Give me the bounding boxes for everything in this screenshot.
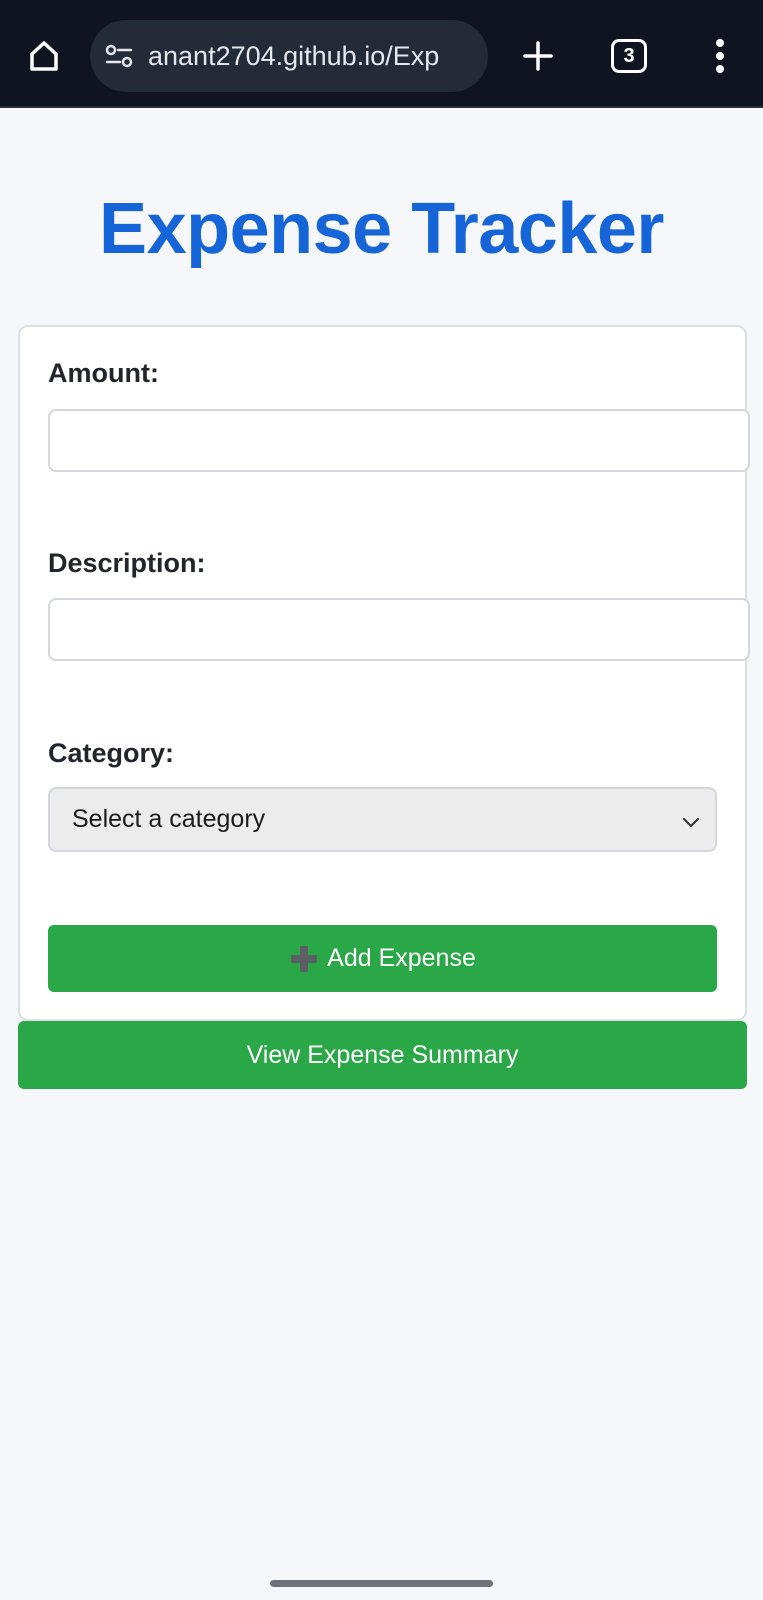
description-label: Description:	[48, 548, 206, 578]
amount-label: Amount:	[48, 358, 159, 388]
gesture-bar[interactable]	[270, 1580, 493, 1587]
tab-switcher-button[interactable]: 3	[611, 39, 647, 73]
category-selected-value: Select a category	[72, 805, 266, 833]
category-label: Category:	[48, 738, 175, 768]
amount-input[interactable]	[48, 409, 750, 472]
add-expense-button[interactable]: Add Expense	[48, 925, 717, 992]
browser-toolbar: anant2704.github.io/Exp 3	[0, 0, 763, 108]
site-settings-icon[interactable]	[104, 41, 134, 71]
url-text: anant2704.github.io/Exp	[148, 40, 440, 71]
page-title: Expense Tracker	[99, 189, 664, 269]
view-summary-button[interactable]: View Expense Summary	[18, 1021, 747, 1089]
add-expense-label: Add Expense	[327, 944, 476, 972]
plus-icon	[289, 944, 319, 974]
more-vert-icon[interactable]	[700, 36, 740, 76]
plus-icon[interactable]	[518, 36, 558, 76]
category-select[interactable]: Select a category	[48, 787, 717, 852]
description-input[interactable]	[48, 598, 750, 661]
chevron-down-icon	[681, 811, 701, 831]
address-bar[interactable]: anant2704.github.io/Exp	[90, 20, 488, 92]
home-icon[interactable]	[24, 36, 64, 76]
